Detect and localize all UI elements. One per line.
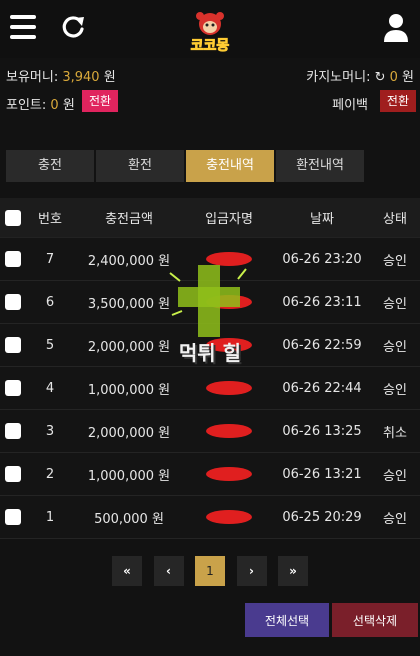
table-row: 5 2,000,000 원 06-26 22:59 승인	[0, 324, 420, 367]
header-status: 상태	[383, 212, 407, 227]
delete-selected-button[interactable]: 선택삭제	[332, 603, 418, 637]
table-row: 4 1,000,000 원 06-26 22:44 승인	[0, 367, 420, 410]
balance-row: 보유머니: 3,940 원 카지노머니: ↻ 0 원	[0, 62, 420, 86]
row-no: 3	[45, 423, 55, 439]
row-date: 06-26 23:11	[282, 294, 362, 310]
row-status: 승인	[383, 511, 407, 527]
tab-deposit[interactable]: 충전	[6, 150, 94, 182]
cash-unit: 원	[99, 70, 116, 85]
row-no: 4	[45, 380, 55, 396]
header-amount: 충전금액	[105, 212, 153, 227]
table-row: 7 2,400,000 원 06-26 23:20 승인	[0, 238, 420, 281]
point-value: 0	[50, 98, 59, 113]
row-status: 승인	[383, 382, 407, 398]
cash-balance: 보유머니: 3,940 원	[6, 66, 116, 85]
row-checkbox[interactable]	[5, 423, 21, 439]
redacted-name	[206, 252, 252, 266]
deposit-history-table: 번호 충전금액 입금자명 날짜 상태 7 2,400,000 원 06-26 2…	[0, 198, 420, 539]
point-unit: 원	[58, 98, 75, 113]
row-status: 취소	[383, 425, 407, 441]
row-no: 1	[45, 509, 55, 525]
row-amount: 1,000,000 원	[87, 468, 171, 484]
row-status: 승인	[383, 253, 407, 269]
payback-label: 페이백	[332, 98, 368, 113]
redacted-name	[206, 338, 252, 352]
row-no: 5	[45, 337, 55, 353]
table-row: 3 2,000,000 원 06-26 13:25 취소	[0, 410, 420, 453]
redacted-name	[206, 381, 252, 395]
tab-bar: 충전 환전 충전내역 환전내역	[6, 150, 366, 182]
pagination: « ‹ 1 › »	[112, 556, 308, 586]
logo-text: 코코몽	[191, 38, 230, 54]
refresh-icon[interactable]	[60, 14, 86, 40]
row-status: 승인	[383, 296, 407, 312]
row-checkbox[interactable]	[5, 509, 21, 525]
row-date: 06-26 13:21	[282, 466, 362, 482]
row-status: 승인	[383, 468, 407, 484]
row-amount: 2,000,000 원	[87, 425, 171, 441]
row-amount: 500,000 원	[94, 511, 164, 527]
row-checkbox[interactable]	[5, 251, 21, 267]
row-date: 06-26 22:44	[282, 380, 362, 396]
page-next-button[interactable]: ›	[236, 556, 267, 586]
redacted-name	[206, 295, 252, 309]
row-status: 승인	[383, 339, 407, 355]
row-amount: 3,500,000 원	[87, 296, 171, 312]
row-amount: 2,400,000 원	[87, 253, 171, 269]
table-row: 2 1,000,000 원 06-26 13:21 승인	[0, 453, 420, 496]
row-amount: 2,000,000 원	[87, 339, 171, 355]
select-all-button[interactable]: 전체선택	[245, 603, 329, 637]
row-checkbox[interactable]	[5, 466, 21, 482]
top-bar: 코코몽	[0, 0, 420, 58]
row-no: 2	[45, 466, 55, 482]
header-date: 날짜	[310, 212, 334, 227]
point-label: 포인트:	[6, 98, 51, 113]
page-last-button[interactable]: »	[278, 556, 308, 586]
row-no: 6	[45, 294, 55, 310]
table-row: 6 3,500,000 원 06-26 23:11 승인	[0, 281, 420, 324]
redacted-name	[206, 424, 252, 438]
logo-icon[interactable]: 코코몽	[178, 8, 242, 54]
table-row: 1 500,000 원 06-25 20:29 승인	[0, 496, 420, 539]
row-date: 06-26 23:20	[282, 251, 362, 267]
hamburger-menu-icon[interactable]	[10, 15, 36, 39]
payback-convert-button[interactable]: 전환	[379, 90, 416, 112]
point-row: 포인트: 0 원 전환 페이백 전환	[0, 90, 420, 114]
redacted-name	[206, 510, 252, 524]
row-date: 06-26 22:59	[282, 337, 362, 353]
cash-value: 3,940	[62, 70, 100, 85]
tab-withdraw[interactable]: 환전	[96, 150, 184, 182]
casino-refresh-icon[interactable]: ↻	[375, 70, 386, 85]
table-header: 번호 충전금액 입금자명 날짜 상태	[0, 198, 420, 238]
point-convert-button[interactable]: 전환	[82, 90, 119, 112]
casino-balance: 카지노머니: ↻ 0 원	[306, 66, 414, 85]
header-depositor: 입금자명	[205, 212, 253, 227]
tab-deposit-history[interactable]: 충전내역	[186, 150, 274, 182]
row-amount: 1,000,000 원	[87, 382, 171, 398]
user-icon[interactable]	[382, 12, 410, 42]
row-date: 06-25 20:29	[282, 509, 362, 525]
row-no: 7	[45, 251, 55, 267]
tab-withdraw-history[interactable]: 환전내역	[276, 150, 364, 182]
row-checkbox[interactable]	[5, 380, 21, 396]
redacted-name	[206, 467, 252, 481]
page-prev-button[interactable]: ‹	[153, 556, 184, 586]
casino-unit: 원	[397, 70, 414, 85]
casino-value: 0	[389, 70, 398, 85]
casino-label: 카지노머니:	[306, 70, 375, 85]
page-first-button[interactable]: «	[112, 556, 142, 586]
row-checkbox[interactable]	[5, 337, 21, 353]
point-balance: 포인트: 0 원	[6, 94, 75, 113]
header-no: 번호	[38, 212, 62, 227]
cash-label: 보유머니:	[6, 70, 63, 85]
row-date: 06-26 13:25	[282, 423, 362, 439]
page-current[interactable]: 1	[195, 556, 225, 586]
row-checkbox[interactable]	[5, 294, 21, 310]
select-all-checkbox[interactable]	[5, 209, 21, 226]
